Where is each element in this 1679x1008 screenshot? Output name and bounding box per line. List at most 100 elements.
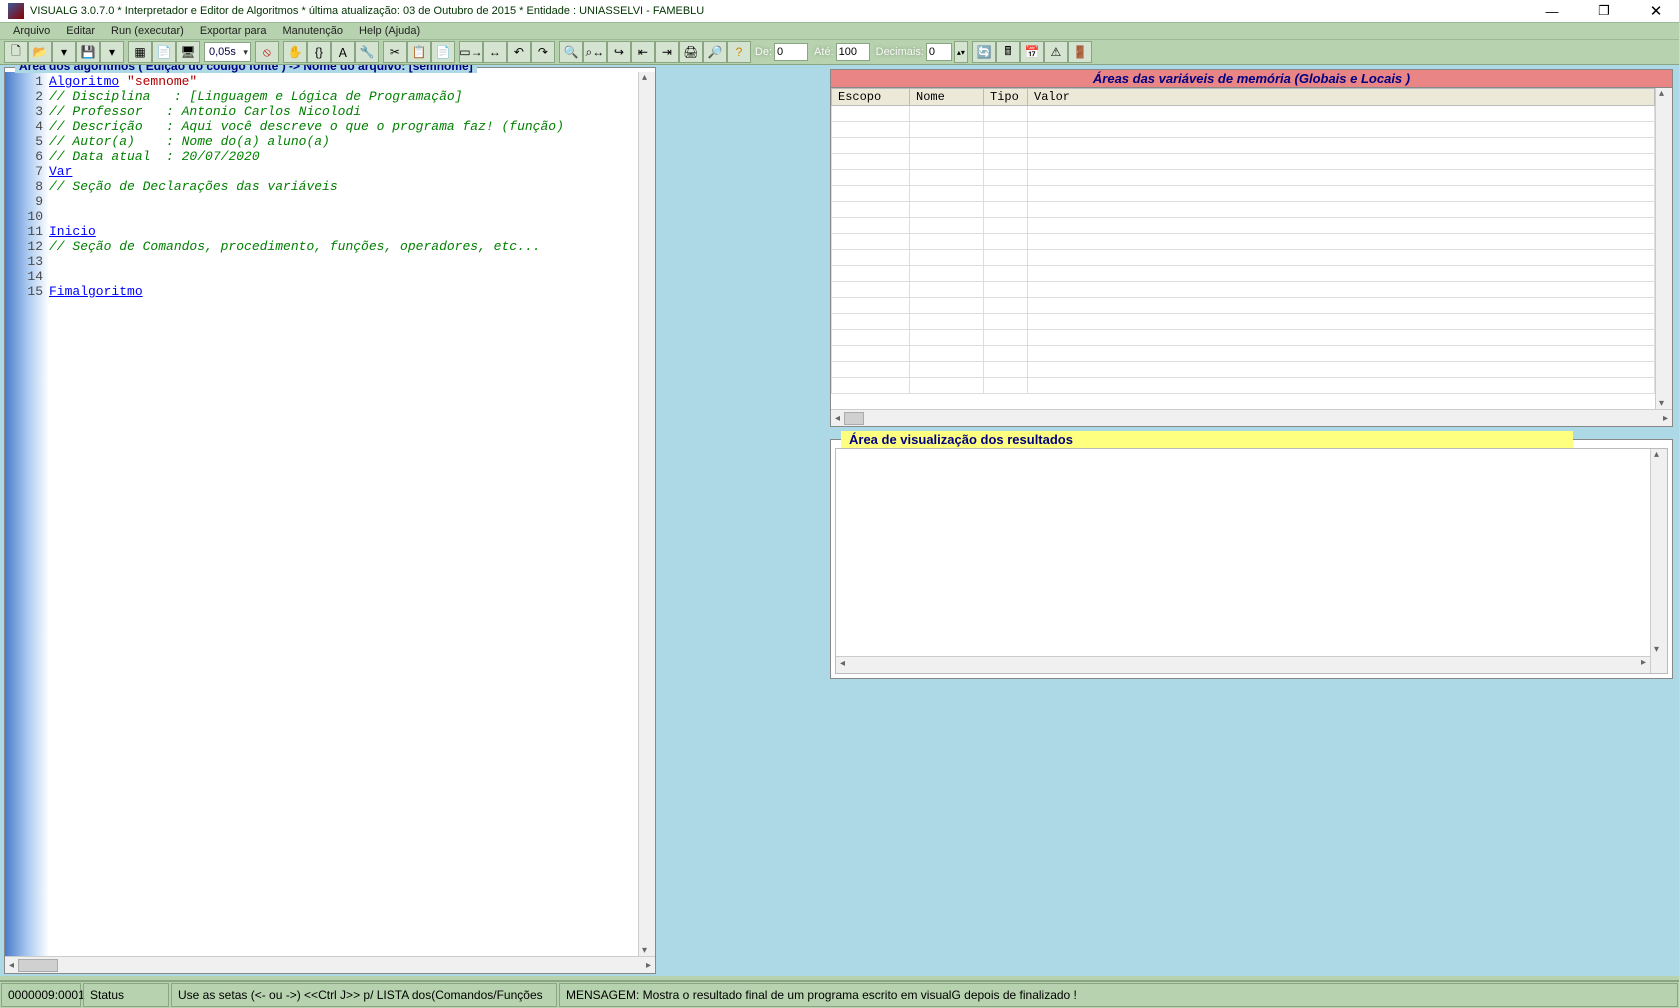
pdf-export-icon[interactable]: 📄 (152, 41, 176, 63)
code-line[interactable]: 4// Descrição : Aqui você descreve o que… (49, 119, 638, 134)
table-row[interactable] (832, 330, 1655, 346)
memory-horizontal-scrollbar[interactable] (831, 409, 1672, 426)
code-line[interactable]: 14 (49, 269, 638, 284)
table-row[interactable] (832, 298, 1655, 314)
indent-right-icon[interactable]: ⇥ (655, 41, 679, 63)
decimais-input[interactable] (926, 43, 952, 61)
save-icon[interactable]: 💾 (76, 41, 100, 63)
maximize-button[interactable]: ❐ (1589, 1, 1619, 21)
paste-icon[interactable]: 📄 (431, 41, 455, 63)
de-input[interactable] (774, 43, 808, 61)
monitor-icon[interactable]: 🖥 (176, 41, 200, 63)
search-icon[interactable]: 🔍 (559, 41, 583, 63)
delay-combo[interactable]: 0,05s (204, 42, 251, 62)
menu-manutencao[interactable]: Manutenção (275, 24, 350, 38)
code-line[interactable]: 12// Seção de Comandos, procedimento, fu… (49, 239, 638, 254)
memory-vertical-scrollbar[interactable] (1655, 88, 1672, 409)
editor-vertical-scrollbar[interactable] (638, 72, 655, 956)
print-icon[interactable]: 🖨 (679, 41, 703, 63)
code-line[interactable]: 10 (49, 209, 638, 224)
redo-icon[interactable]: ↷ (531, 41, 555, 63)
table-row[interactable] (832, 154, 1655, 170)
results-vertical-scrollbar[interactable] (1650, 449, 1667, 673)
col-escopo[interactable]: Escopo (832, 89, 910, 106)
col-nome[interactable]: Nome (910, 89, 984, 106)
code-line[interactable]: 7Var (49, 164, 638, 179)
results-text[interactable] (836, 449, 1650, 673)
open-file-icon[interactable]: 📂 (28, 41, 52, 63)
editor-horizontal-scrollbar[interactable] (5, 956, 655, 973)
new-file-icon[interactable]: 🗋 (4, 41, 28, 63)
indent-left-icon[interactable]: ⇤ (631, 41, 655, 63)
table-row[interactable] (832, 186, 1655, 202)
table-row[interactable] (832, 266, 1655, 282)
step-icon[interactable]: ↪ (607, 41, 631, 63)
help-icon[interactable]: ? (727, 41, 751, 63)
code-line[interactable]: 9 (49, 194, 638, 209)
table-row[interactable] (832, 106, 1655, 122)
code-line[interactable]: 11Inicio (49, 224, 638, 239)
code-line[interactable]: 5// Autor(a) : Nome do(a) aluno(a) (49, 134, 638, 149)
code-icon[interactable]: {} (307, 41, 331, 63)
table-row[interactable] (832, 282, 1655, 298)
code-text[interactable]: 1Algoritmo "semnome"2// Disciplina : [Li… (49, 72, 638, 956)
table-row[interactable] (832, 314, 1655, 330)
table-row[interactable] (832, 346, 1655, 362)
variables-grid[interactable]: Escopo Nome Tipo Valor (831, 88, 1655, 394)
ate-input[interactable] (836, 43, 870, 61)
menu-exportar[interactable]: Exportar para (193, 24, 274, 38)
table-row[interactable] (832, 362, 1655, 378)
zoom-icon[interactable]: 🔎 (703, 41, 727, 63)
col-tipo[interactable]: Tipo (984, 89, 1028, 106)
window-move-icon[interactable]: ▭→ (459, 41, 483, 63)
results-horizontal-scrollbar[interactable] (836, 656, 1650, 673)
exchange-icon[interactable]: ↔ (483, 41, 507, 63)
open-dropdown-icon[interactable]: ▾ (52, 41, 76, 63)
letter-icon[interactable]: Ａ (331, 41, 355, 63)
exit-icon[interactable]: 🚪 (1068, 41, 1092, 63)
decimais-spinner-icon[interactable]: ▴▾ (954, 41, 968, 63)
hand-icon[interactable]: ✋ (283, 41, 307, 63)
table-row[interactable] (832, 378, 1655, 394)
menu-run[interactable]: Run (executar) (104, 24, 191, 38)
table-row[interactable] (832, 218, 1655, 234)
save-dropdown-icon[interactable]: ▾ (100, 41, 124, 63)
table-row[interactable] (832, 122, 1655, 138)
col-valor[interactable]: Valor (1028, 89, 1655, 106)
close-button[interactable]: ✕ (1641, 1, 1671, 21)
code-line[interactable]: 13 (49, 254, 638, 269)
minimize-button[interactable]: — (1537, 1, 1567, 21)
code-line[interactable]: 8// Seção de Declarações das variáveis (49, 179, 638, 194)
code-area[interactable]: 1Algoritmo "semnome"2// Disciplina : [Li… (5, 72, 655, 956)
status-hint2: MENSAGEM: Mostra o resultado final de um… (559, 983, 1678, 1007)
menu-help[interactable]: Help (Ajuda) (352, 24, 427, 38)
memory-variables-panel: Áreas das variáveis de memória (Globais … (830, 69, 1673, 427)
copy-icon[interactable]: 📋 (407, 41, 431, 63)
table-row[interactable] (832, 234, 1655, 250)
tools-icon[interactable]: 🔧 (355, 41, 379, 63)
replace-icon[interactable]: ⌕↔ (583, 41, 607, 63)
code-line[interactable]: 2// Disciplina : [Linguagem e Lógica de … (49, 89, 638, 104)
app-icon (8, 3, 24, 19)
calculator-icon[interactable]: 🖩 (996, 41, 1020, 63)
layout-icon[interactable]: ▦ (128, 41, 152, 63)
menu-arquivo[interactable]: Arquivo (6, 24, 57, 38)
cut-icon[interactable]: ✂ (383, 41, 407, 63)
table-row[interactable] (832, 170, 1655, 186)
undo-icon[interactable]: ↶ (507, 41, 531, 63)
calendar-icon[interactable]: 📅 (1020, 41, 1044, 63)
code-line[interactable]: 6// Data atual : 20/07/2020 (49, 149, 638, 164)
table-row[interactable] (832, 250, 1655, 266)
code-line[interactable]: 3// Professor : Antonio Carlos Nicolodi (49, 104, 638, 119)
scroll-thumb[interactable] (18, 959, 58, 972)
ate-label: Até: (814, 46, 834, 58)
code-line[interactable]: 15Fimalgoritmo (49, 284, 638, 299)
refresh-icon[interactable]: 🔄 (972, 41, 996, 63)
warning-icon[interactable]: ⚠ (1044, 41, 1068, 63)
code-line[interactable]: 1Algoritmo "semnome" (49, 74, 638, 89)
stop-icon[interactable]: ⦸ (255, 41, 279, 63)
scroll-thumb[interactable] (844, 412, 864, 425)
menu-editar[interactable]: Editar (59, 24, 102, 38)
table-row[interactable] (832, 138, 1655, 154)
table-row[interactable] (832, 202, 1655, 218)
